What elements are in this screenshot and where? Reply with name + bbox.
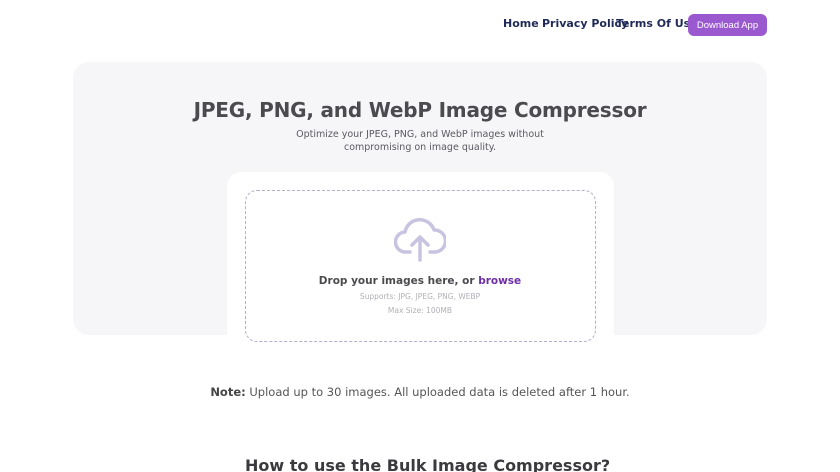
download-app-button[interactable]: Download App bbox=[688, 14, 767, 36]
note-label: Note: bbox=[210, 385, 246, 399]
file-dropzone[interactable] bbox=[245, 190, 596, 342]
nav-link-terms-of-use[interactable]: Terms Of Use bbox=[616, 17, 698, 30]
top-navigation: Home Privacy Policy Terms Of Use Downloa… bbox=[0, 0, 840, 48]
cloud-upload-icon bbox=[393, 216, 448, 264]
page-title: JPEG, PNG, and WebP Image Compressor bbox=[193, 98, 647, 122]
page-subtitle: Optimize your JPEG, PNG, and WebP images… bbox=[296, 129, 544, 153]
drop-prefix-text: Drop your images here, or bbox=[318, 275, 479, 287]
upload-note: Note: Upload up to 30 images. All upload… bbox=[0, 385, 840, 399]
how-to-heading: How to use the Bulk Image Compressor? bbox=[245, 456, 611, 472]
note-text: Upload up to 30 images. All uploaded dat… bbox=[245, 385, 630, 399]
drop-instructions: Drop your images here, or browse bbox=[0, 275, 840, 287]
nav-link-home[interactable]: Home bbox=[503, 17, 539, 30]
max-size-text: Max Size: 100MB bbox=[387, 306, 453, 315]
supported-formats-text: Supports: JPG, JPEG, PNG, WEBP bbox=[359, 292, 481, 301]
browse-link[interactable]: browse bbox=[478, 275, 521, 287]
